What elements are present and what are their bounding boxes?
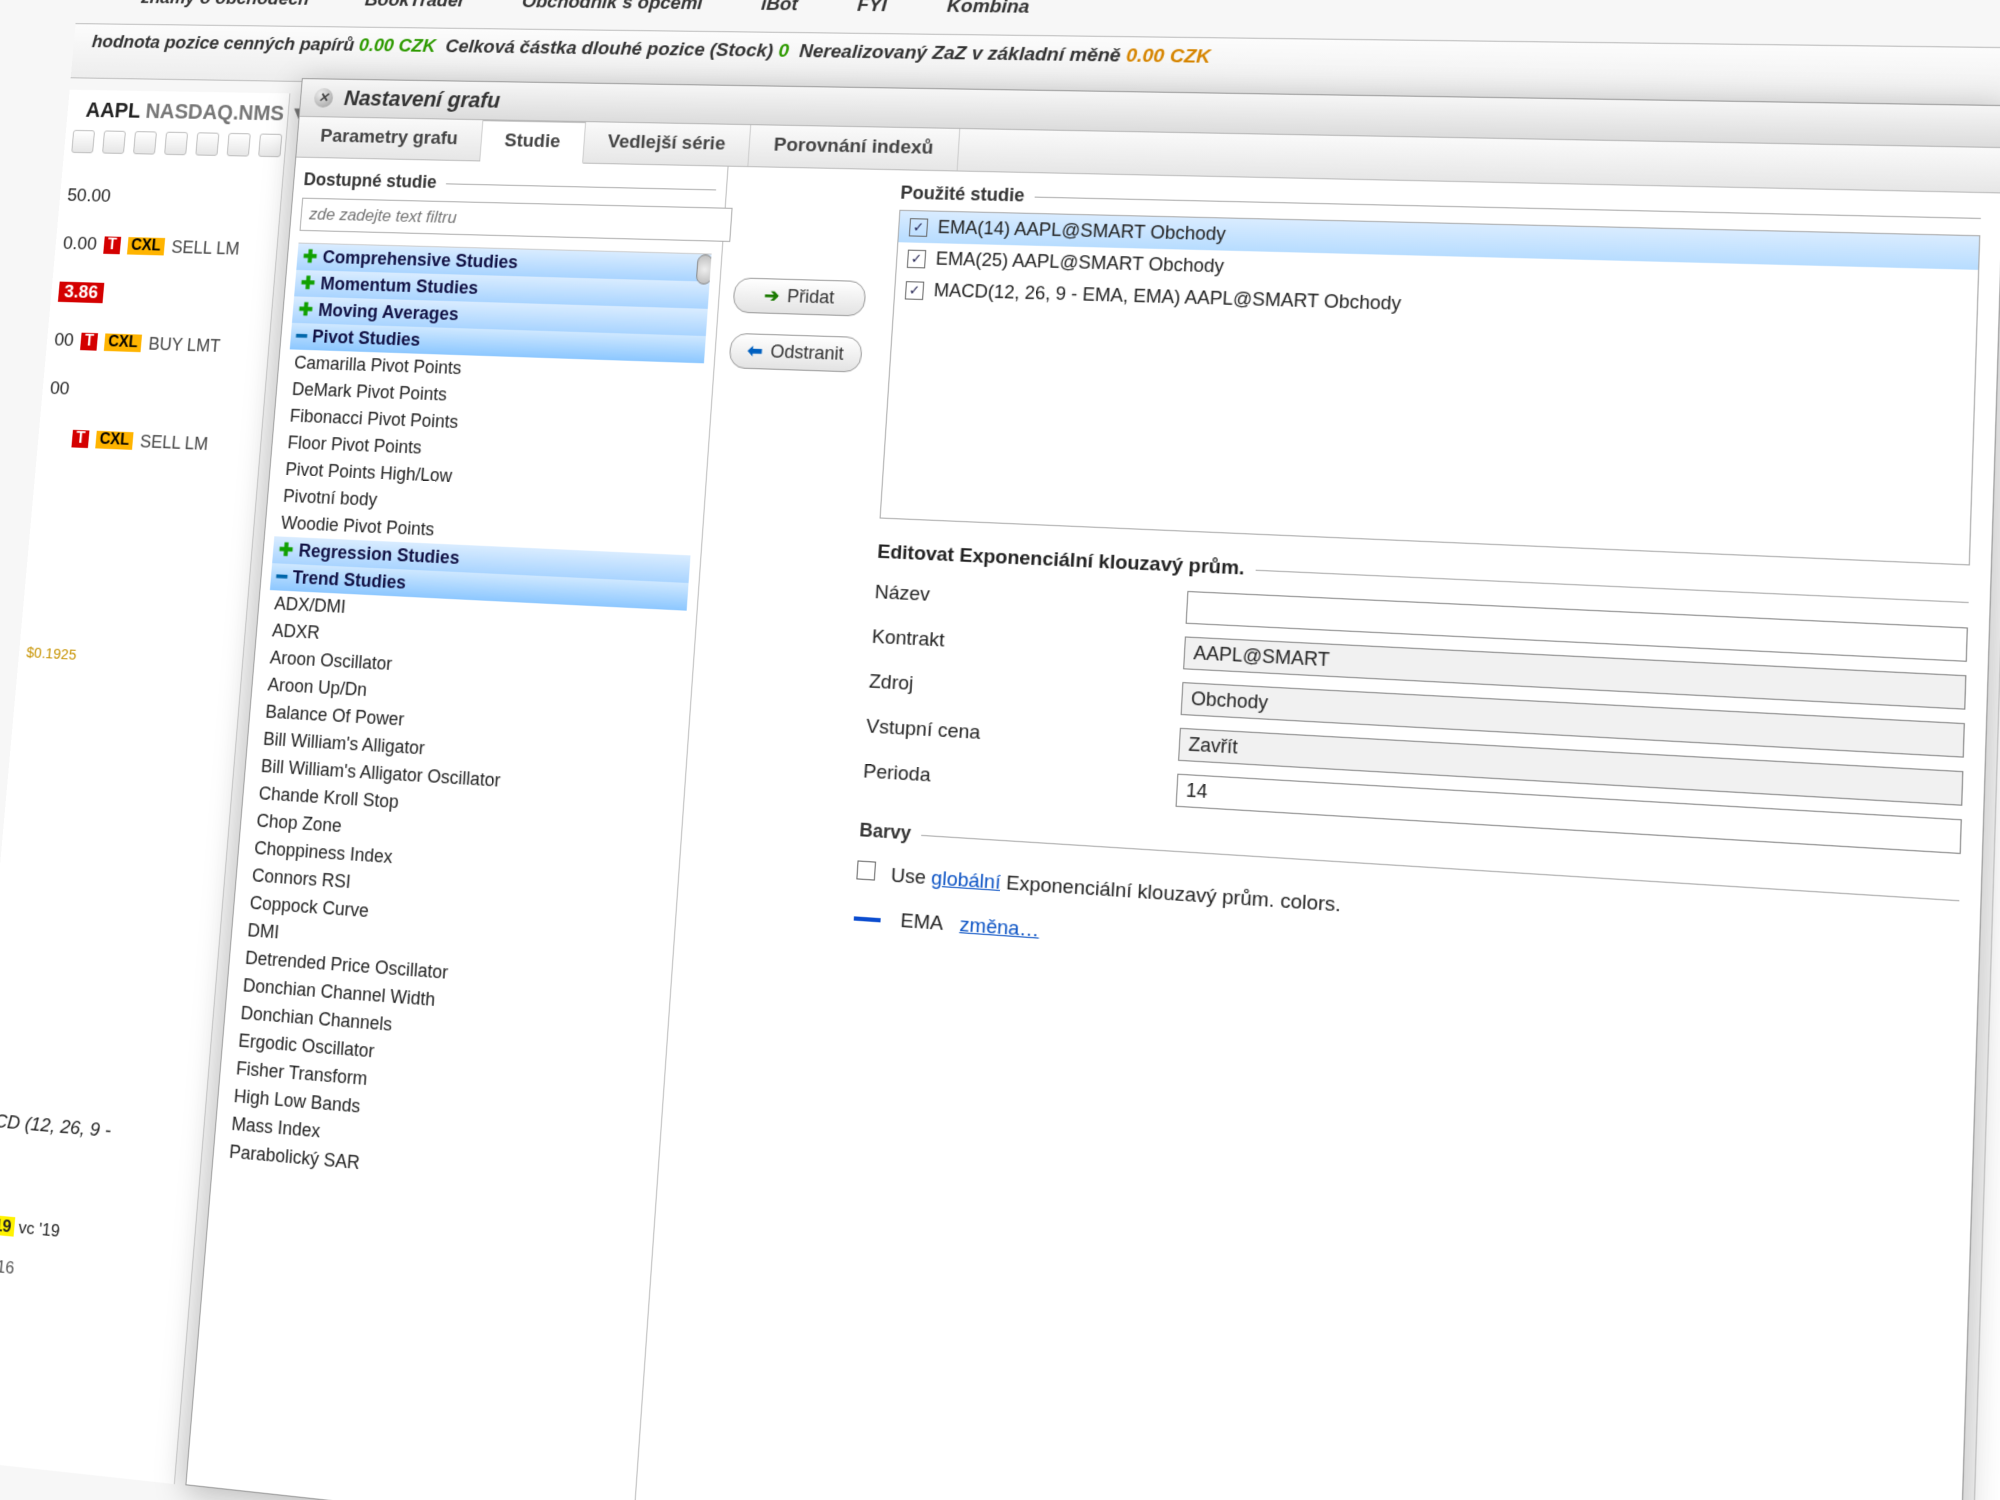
tool-icon[interactable] [133,131,157,155]
chart-toolbar [71,130,282,157]
price-tick: 0.00 [62,233,97,255]
menu-item[interactable]: FYI [857,0,888,17]
inline-price: $0.1925 [26,644,206,671]
divider [446,183,716,190]
menu-item[interactable]: Obchodník s opcemi [521,0,703,15]
checkbox-icon[interactable]: ✓ [909,218,928,237]
order-side: BUY LMT [148,333,222,356]
remove-button[interactable]: ⬅Odstranit [728,333,862,373]
checkbox-icon[interactable]: ✓ [905,281,924,300]
ribbon-label: hodnota pozice cenných papírů [91,32,355,56]
tool-icon[interactable] [102,130,126,153]
tab-porovnani[interactable]: Porovnání indexů [749,125,960,170]
order-side: SELL LM [139,431,209,454]
chart-settings-dialog: ✕ Nastavení grafu Parametry grafu Studie… [185,78,2000,1500]
arrow-right-icon: ➔ [763,285,779,307]
dialog-title: Nastavení grafu [343,86,501,114]
menu-item[interactable]: iBot [761,0,799,16]
field-label: Perioda [863,760,1178,802]
price-tick: 00 [49,378,228,406]
ribbon-label: Nerealizovaný ZaZ v základní měně [799,41,1122,67]
add-button[interactable]: ➔Přidat [732,277,866,316]
menu-item[interactable]: znamy o obchodech [140,0,309,11]
field-label: Kontrakt [871,626,1184,665]
t-badge: T [103,236,121,254]
ribbon-value: 0 [778,41,790,62]
tool-icon[interactable] [164,132,188,156]
date-axis: 2019 vc '19 Říj '16 [0,1213,61,1283]
plus-icon: ✚ [298,299,314,319]
order-side: SELL LM [171,237,241,259]
year-highlight: 2019 [0,1213,15,1236]
tab-studie[interactable]: Studie [480,120,586,163]
color-swatch [854,916,881,922]
change-color-link[interactable]: změna… [959,914,1040,942]
order-row[interactable]: 00 T CXL SELL LM [45,427,224,456]
checkbox-icon[interactable] [856,860,876,880]
minus-icon: ━ [276,566,288,586]
field-label: Zdroj [868,670,1182,710]
applied-studies-panel: Použité studie ✓EMA(14) AAPL@SMART Obcho… [799,170,2000,1500]
divider [1255,570,1968,603]
exchange: NASDAQ.NMS [145,99,285,126]
tool-icon[interactable] [258,134,282,158]
tool-icon[interactable] [71,130,95,153]
price-highlight: 3.86 [58,282,104,304]
section-label: Použité studie [900,182,1025,206]
t-badge: T [72,430,90,448]
close-icon[interactable]: ✕ [313,88,333,108]
checkbox-icon[interactable]: ✓ [907,249,926,268]
symbol: AAPL [85,98,141,123]
applied-study-list[interactable]: ✓EMA(14) AAPL@SMART Obchody ✓EMA(25) AAP… [880,210,1981,566]
minus-icon: ━ [296,326,308,346]
scrollbar-thumb[interactable] [696,254,712,285]
cancel-badge[interactable]: CXL [104,333,142,352]
plus-icon: ✚ [278,540,294,561]
global-link[interactable]: globální [931,867,1002,894]
tab-parametry[interactable]: Parametry grafu [296,117,483,161]
section-label: Dostupné studie [303,169,437,193]
price-tick: 00 [53,330,74,352]
plus-icon: ✚ [300,273,316,293]
arrow-left-icon: ⬅ [747,340,763,362]
tool-icon[interactable] [195,132,219,156]
axis-label: vc '19 [18,1218,61,1241]
menu-item[interactable]: BookTrader [364,0,466,12]
order-row[interactable]: 00 T CXL BUY LMT [53,330,232,357]
price-tick: 50.00 [66,185,244,210]
study-filter-input[interactable] [300,198,733,242]
t-badge: T [80,333,98,351]
ticker-symbol[interactable]: AAPL NASDAQ.NMS ▼ [85,98,311,127]
color-label: EMA [900,910,944,935]
ribbon-value: 0.00 CZK [1126,45,1212,68]
menu-item[interactable]: Kombina [946,0,1030,19]
available-studies-panel: Dostupné studie ✚Comprehensive Studies ✚… [187,158,728,1500]
section-label: Editovat Exponenciální klouzavý prům. [877,541,1246,581]
cancel-badge[interactable]: CXL [127,237,165,255]
section-label: Barvy [859,819,912,844]
study-list[interactable]: ✚Comprehensive Studies ✚Momentum Studies… [198,243,712,1500]
cancel-badge[interactable]: CXL [95,431,133,450]
ribbon-value: 0.00 CZK [358,35,436,56]
order-row[interactable]: 0.00 T CXL SELL LM [62,233,240,259]
field-label: Název [874,581,1187,619]
tool-icon[interactable] [227,133,251,157]
field-label: Vstupní cena [865,715,1179,756]
plus-icon: ✚ [302,247,318,267]
tab-vedlejsi[interactable]: Vedlejší série [583,122,751,166]
ribbon-label: Celková částka dlouhé pozice (Stock) [445,36,774,61]
